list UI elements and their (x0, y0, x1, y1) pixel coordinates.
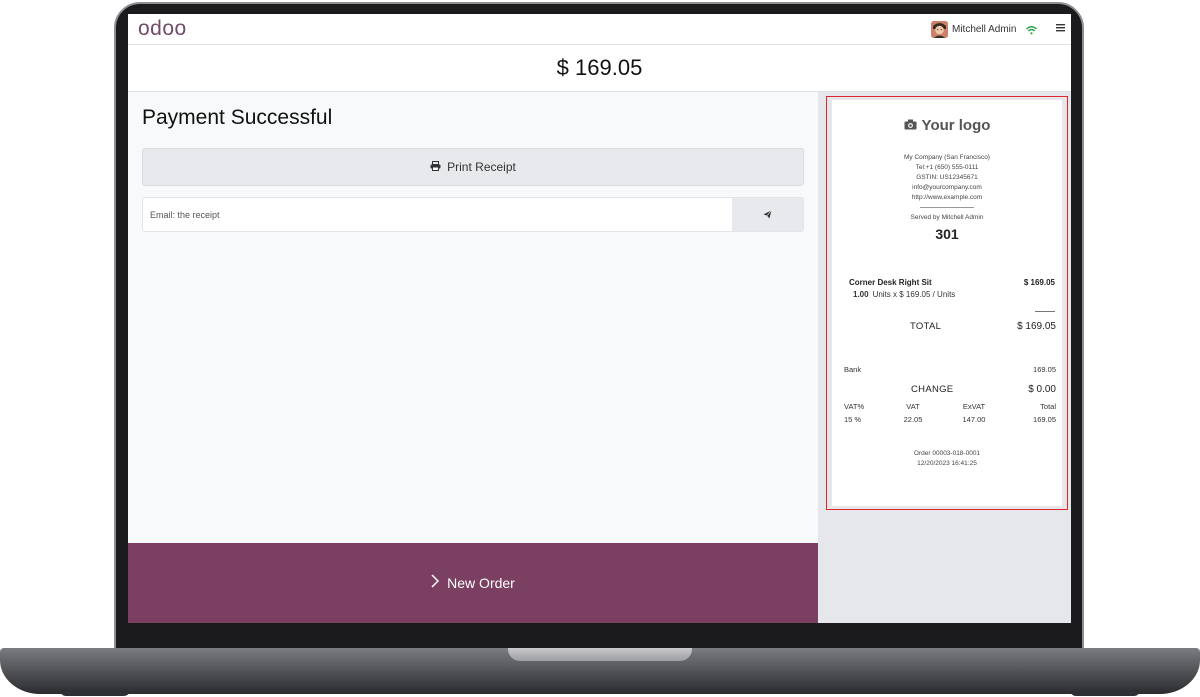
change-value: $ 0.00 (1028, 384, 1056, 395)
change-label: CHANGE (911, 384, 954, 395)
ticket-number: 301 (935, 226, 959, 242)
top-navbar: odoo Mitchell Admin (128, 14, 1071, 45)
chevron-right-icon (431, 573, 440, 593)
laptop-notch (508, 648, 692, 661)
order-line-price: $ 169.05 (1023, 278, 1055, 287)
send-icon (763, 206, 772, 224)
receipt-preview: Your logo My Company (San Francisco) Tel… (832, 100, 1062, 506)
total-amount: $ 169.05 (556, 55, 643, 80)
laptop-foot-left (60, 690, 130, 696)
print-receipt-button[interactable]: Print Receipt (142, 148, 804, 186)
amount-header: $ 169.05 (128, 45, 1071, 92)
tax-total: 169.05 (1033, 415, 1056, 424)
avatar (931, 20, 948, 38)
receipt-logo-text: Your logo (921, 117, 991, 134)
tax-row: 15 % 22.05 147.00 169.05 (844, 414, 1056, 427)
subtotal-rule (1035, 311, 1055, 312)
payment-method: Bank (844, 365, 862, 374)
tax-header-row: VAT% VAT ExVAT Total (844, 401, 1056, 414)
served-by: Served by Mitchell Admin (910, 214, 984, 221)
order-line-detail: 1.00 Units x $ 169.05 / Units (853, 290, 955, 299)
company-name: My Company (San Francisco) (904, 154, 990, 161)
new-order-button[interactable]: New Order (128, 543, 818, 623)
tax-rate: 15 % (844, 415, 862, 424)
company-email: info@yourcompany.com (912, 184, 982, 191)
hamburger-menu-icon[interactable] (1056, 21, 1065, 35)
tax-header-base: ExVAT (962, 402, 986, 411)
tax-header-total: Total (1040, 402, 1056, 411)
total-value: $ 169.05 (1017, 321, 1056, 332)
email-receipt-row (142, 197, 804, 232)
payment-status-panel: Payment Successful Print Receipt (128, 92, 818, 543)
user-name: Mitchell Admin (952, 23, 1017, 35)
order-line-unit-detail: Units x $ 169.05 / Units (872, 290, 956, 299)
payment-status-title: Payment Successful (142, 106, 333, 129)
payment-amount: 169.05 (1033, 365, 1056, 374)
order-reference: Order 00003-018-0001 (913, 450, 981, 457)
new-order-label: New Order (447, 575, 515, 591)
pos-screen: odoo Mitchell Admin $ 169.05 Payment Suc… (128, 14, 1071, 623)
tax-amount: 22.05 (903, 415, 923, 424)
laptop-foot-right (1070, 690, 1140, 696)
email-receipt-input[interactable] (143, 198, 732, 231)
odoo-logo[interactable]: odoo (138, 17, 187, 41)
wifi-icon (1026, 22, 1037, 40)
order-line-product: Corner Desk Right Sit (849, 278, 932, 287)
tax-header-rate: VAT% (844, 402, 865, 411)
receipt-panel: Your logo My Company (San Francisco) Tel… (818, 92, 1071, 623)
camera-icon (904, 117, 917, 134)
print-receipt-label: Print Receipt (447, 160, 516, 174)
receipt-logo: Your logo (832, 117, 1062, 134)
company-phone: Tel:+1 (650) 555-0111 (915, 164, 979, 171)
send-email-button[interactable] (732, 198, 803, 231)
tax-base: 147.00 (962, 415, 986, 424)
order-line-quantity: 1.00 (853, 290, 869, 299)
tax-header-amount: VAT (906, 402, 920, 411)
tax-table: VAT% VAT ExVAT Total 15 % 22.05 147.00 1… (844, 401, 1056, 427)
company-website: http://www.example.com (911, 194, 983, 201)
total-label: TOTAL (910, 321, 942, 332)
company-tax-id: GSTIN: US12345671 (916, 174, 978, 181)
user-menu[interactable]: Mitchell Admin (931, 19, 1016, 39)
receipt-divider (920, 207, 974, 208)
print-icon (430, 158, 441, 176)
order-datetime: 12/20/2023 16:41:25 (917, 460, 977, 467)
